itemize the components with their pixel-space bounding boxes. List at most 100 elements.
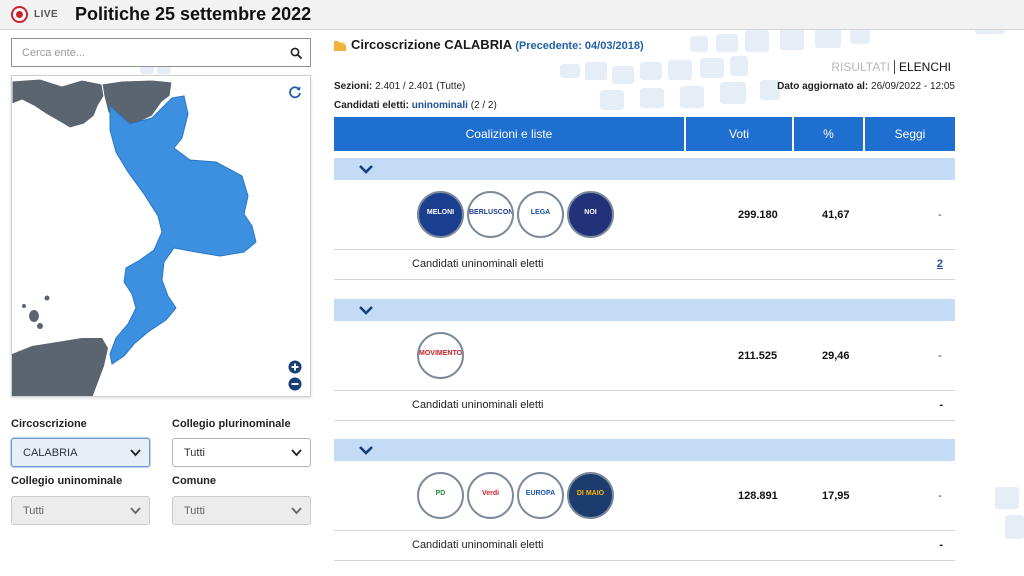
chevron-down-icon[interactable] xyxy=(358,304,374,316)
candidates-label: Candidati uninominali eletti xyxy=(412,539,544,551)
region-map[interactable] xyxy=(11,75,311,397)
piu-europa-logo: EUROPA xyxy=(517,472,564,519)
header-percent[interactable]: % xyxy=(794,117,863,151)
page-title: Politiche 25 settembre 2022 xyxy=(75,4,312,24)
chevron-down-icon[interactable] xyxy=(358,163,374,175)
impegno-civico-logo: DI MAIO xyxy=(567,472,614,519)
party-logo-text: EUROPA xyxy=(525,490,556,497)
votes-value: 211.525 xyxy=(738,350,778,362)
header-seats[interactable]: Seggi xyxy=(865,117,955,151)
map-island xyxy=(44,295,50,301)
seats-value: - xyxy=(938,350,942,362)
sections-info: Sezioni: 2.401 / 2.401 (Tutte) xyxy=(334,81,465,92)
elected-info: Candidati eletti: uninominali (2 / 2) xyxy=(334,100,497,111)
party-logo-text: PD xyxy=(435,490,446,497)
folder-icon xyxy=(334,41,346,51)
party-logo-text: LEGA xyxy=(530,209,551,216)
candidates-row: Candidati uninominali eletti - xyxy=(334,391,955,421)
map-region-calabria xyxy=(109,95,257,365)
noi-moderati-logo: NOI xyxy=(567,191,614,238)
search-icon[interactable] xyxy=(290,47,302,59)
lega-logo: LEGA xyxy=(517,191,564,238)
percent-value: 29,46 xyxy=(822,350,850,362)
percent-value: 17,95 xyxy=(822,490,850,502)
panel-title-text: Circoscrizione CALABRIA xyxy=(351,37,512,52)
seats-value: - xyxy=(938,490,942,502)
tab-elenchi[interactable]: ELENCHI xyxy=(895,60,951,74)
coalition-group-bar[interactable] xyxy=(334,439,955,461)
zoom-out-icon[interactable] xyxy=(288,377,302,391)
map-canvas[interactable] xyxy=(12,76,311,397)
circoscrizione-value: CALABRIA xyxy=(23,447,78,459)
refresh-icon[interactable] xyxy=(288,85,302,99)
coalition-row: MOVIMENTO 211.525 29,46 - xyxy=(334,321,955,391)
comune-value: Tutti xyxy=(184,505,205,517)
candidates-count-link[interactable]: 2 xyxy=(937,258,943,270)
chevron-down-icon xyxy=(291,449,302,457)
circoscrizione-select[interactable]: CALABRIA xyxy=(11,438,150,467)
coalition-group-bar[interactable] xyxy=(334,299,955,321)
circoscrizione-label: Circoscrizione xyxy=(11,418,87,430)
uninominale-select[interactable]: Tutti xyxy=(11,496,150,525)
search-field[interactable] xyxy=(11,38,311,67)
map-island xyxy=(29,310,39,322)
header-votes[interactable]: Voti xyxy=(686,117,792,151)
chevron-down-icon xyxy=(291,507,302,515)
candidates-label: Candidati uninominali eletti xyxy=(412,258,544,270)
candidates-count: - xyxy=(939,399,943,411)
search-input[interactable] xyxy=(12,39,272,66)
candidates-row: Candidati uninominali eletti - xyxy=(334,531,955,561)
live-record-icon xyxy=(11,6,28,23)
chevron-down-icon[interactable] xyxy=(358,444,374,456)
party-logo-text: MOVIMENTO xyxy=(419,350,463,357)
comune-label: Comune xyxy=(172,475,216,487)
plurinominale-value: Tutti xyxy=(184,447,205,459)
elected-count: (2 / 2) xyxy=(470,100,497,111)
comune-select[interactable]: Tutti xyxy=(172,496,311,525)
sections-value: 2.401 / 2.401 (Tutte) xyxy=(375,81,466,92)
plurinominale-select[interactable]: Tutti xyxy=(172,438,311,467)
updated-label: Dato aggiornato al: xyxy=(777,81,869,92)
plurinominale-label: Collegio plurinominale xyxy=(172,418,291,430)
uninominale-label: Collegio uninominale xyxy=(11,475,123,487)
candidates-count: - xyxy=(939,539,943,551)
map-island xyxy=(22,304,26,308)
previous-election-link[interactable]: (Precedente: 04/03/2018) xyxy=(515,40,643,52)
party-logo-text: NOI xyxy=(584,209,597,216)
header-coalitions[interactable]: Coalizioni e liste xyxy=(334,117,684,151)
chevron-down-icon xyxy=(130,449,141,457)
map-island xyxy=(37,323,43,329)
seats-value: - xyxy=(938,209,942,221)
uninominale-value: Tutti xyxy=(23,505,44,517)
top-bar: LIVE Politiche 25 settembre 2022 xyxy=(0,0,1024,30)
tab-risultati[interactable]: RISULTATI xyxy=(831,60,895,74)
live-label: LIVE xyxy=(34,9,59,20)
updated-value: 26/09/2022 - 12:05 xyxy=(871,81,955,92)
zoom-in-icon[interactable] xyxy=(288,360,302,374)
forza-italia-logo: BERLUSCONI xyxy=(467,191,514,238)
map-neighbor-sicily xyxy=(12,338,108,396)
coalition-row: MELONI BERLUSCONI LEGA NOI 299.180 41,67 - xyxy=(334,180,955,250)
elected-uninominali-link[interactable]: uninominali xyxy=(412,100,468,111)
candidates-label: Candidati uninominali eletti xyxy=(412,399,544,411)
fratelli-italia-logo: MELONI xyxy=(417,191,464,238)
party-logo-text: Verdi xyxy=(481,490,500,497)
elected-label: Candidati eletti: xyxy=(334,100,410,111)
candidates-row: Candidati uninominali eletti 2 xyxy=(334,250,955,280)
percent-value: 41,67 xyxy=(822,209,850,221)
pd-logo: PD xyxy=(417,472,464,519)
verdi-sinistra-logo: Verdi xyxy=(467,472,514,519)
chevron-down-icon xyxy=(130,507,141,515)
party-logo-text: MELONI xyxy=(426,209,455,216)
view-tabs: RISULTATI ELENCHI xyxy=(831,60,951,74)
party-logo-text: BERLUSCONI xyxy=(469,209,514,216)
coalition-group-bar[interactable] xyxy=(334,158,955,180)
map-neighbor-region xyxy=(12,78,105,129)
sections-label: Sezioni: xyxy=(334,81,373,92)
movimento-5-stelle-logo: MOVIMENTO xyxy=(417,332,464,379)
votes-value: 128.891 xyxy=(738,490,778,502)
panel-title: Circoscrizione CALABRIA (Precedente: 04/… xyxy=(351,37,644,52)
coalition-row: PD Verdi EUROPA DI MAIO 128.891 17,95 - xyxy=(334,461,955,531)
party-logo-text: DI MAIO xyxy=(576,490,605,497)
update-info: Dato aggiornato al: 26/09/2022 - 12:05 xyxy=(777,81,955,92)
